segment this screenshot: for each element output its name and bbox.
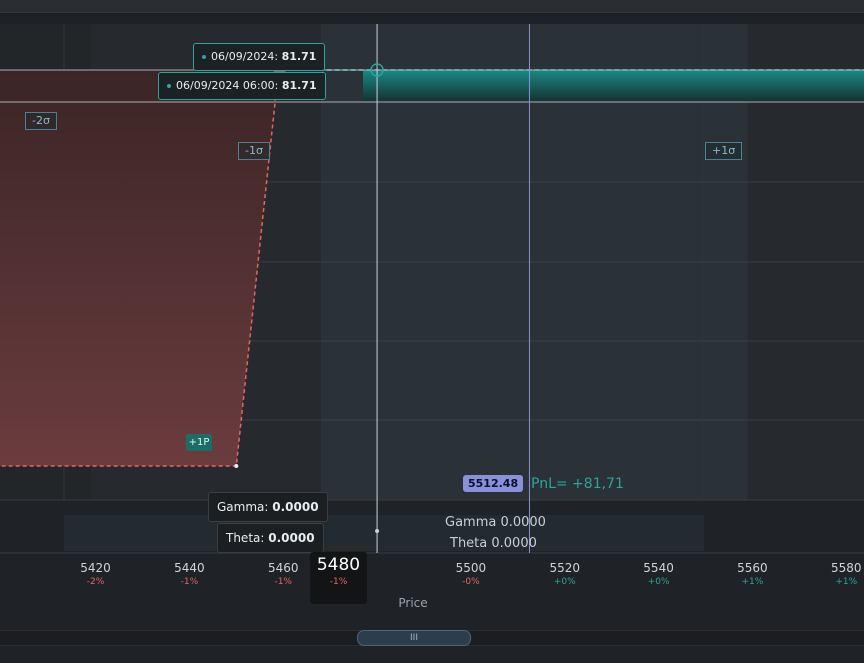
x-tick-pct: -2% [86, 577, 105, 587]
x-tick-label: 5440 [174, 561, 205, 575]
x-tick-label: 5520 [549, 561, 580, 575]
greeks-band [64, 515, 704, 551]
x-tick-label: 5560 [737, 561, 768, 575]
x-tick-pct: -1% [274, 577, 292, 587]
x-tick-label: 5540 [643, 561, 674, 575]
gamma-row-label: Gamma 0.0000 [445, 515, 546, 530]
tooltip-dot-icon [167, 84, 171, 88]
cursor-greek-dot [375, 529, 380, 533]
gamma-tooltip: Gamma: 0.0000 [208, 492, 328, 522]
cursor-price-value: 5480 [316, 555, 361, 575]
profit-area [362, 70, 864, 101]
cursor-price-pct: -1% [329, 577, 348, 587]
tooltip-expiration-date: 06/09/2024 06:00 [176, 79, 275, 92]
x-tick-pct: +0% [647, 577, 670, 587]
position-marker[interactable]: +1P [186, 434, 212, 451]
x-tick-pct: -0% [462, 577, 480, 587]
x-tick-pct: +1% [741, 577, 764, 587]
x-tick-pct: +0% [553, 577, 576, 587]
risk-graph: 06/09/2024: 81.71 06/09/2024 06:00: 81.7… [0, 0, 864, 663]
horizontal-scrollbar-thumb[interactable]: III [357, 630, 471, 646]
x-tick-label: 5460 [267, 561, 299, 575]
pnl-readout: PnL= +81,71 [531, 476, 624, 492]
gamma-tooltip-value: 0.0000 [272, 500, 319, 514]
gamma-tooltip-label: Gamma: [217, 500, 269, 514]
theta-row-label: Theta 0.0000 [450, 536, 537, 551]
tooltip-current: 06/09/2024: 81.71 [193, 43, 326, 71]
current-price-badge: 5512.48 [463, 475, 524, 492]
x-tick-label: 5500 [455, 561, 487, 575]
sigma-label-minus2: -2σ [25, 112, 57, 130]
tooltip-current-date: 06/09/2024 [211, 50, 275, 63]
sigma-label-plus1: +1σ [705, 142, 743, 160]
sigma-label-minus1: -1σ [238, 142, 270, 160]
x-tick-label: 5580 [830, 561, 862, 575]
x-tick-pct: -1% [180, 577, 199, 587]
breakpoint-dot [234, 464, 239, 468]
theta-tooltip: Theta: 0.0000 [217, 523, 324, 553]
theta-tooltip-label: Theta: [226, 531, 265, 545]
tooltip-current-value: 81.71 [281, 50, 317, 63]
tooltip-expiration: 06/09/2024 06:00: 81.71 [158, 72, 326, 100]
tooltip-expiration-value: 81.71 [281, 79, 317, 92]
x-tick-label: 5420 [80, 561, 111, 575]
theta-tooltip-value: 0.0000 [268, 531, 315, 545]
x-axis-title: Price [398, 596, 428, 610]
tooltip-dot-icon [202, 55, 206, 59]
x-tick-pct: +1% [835, 577, 858, 587]
